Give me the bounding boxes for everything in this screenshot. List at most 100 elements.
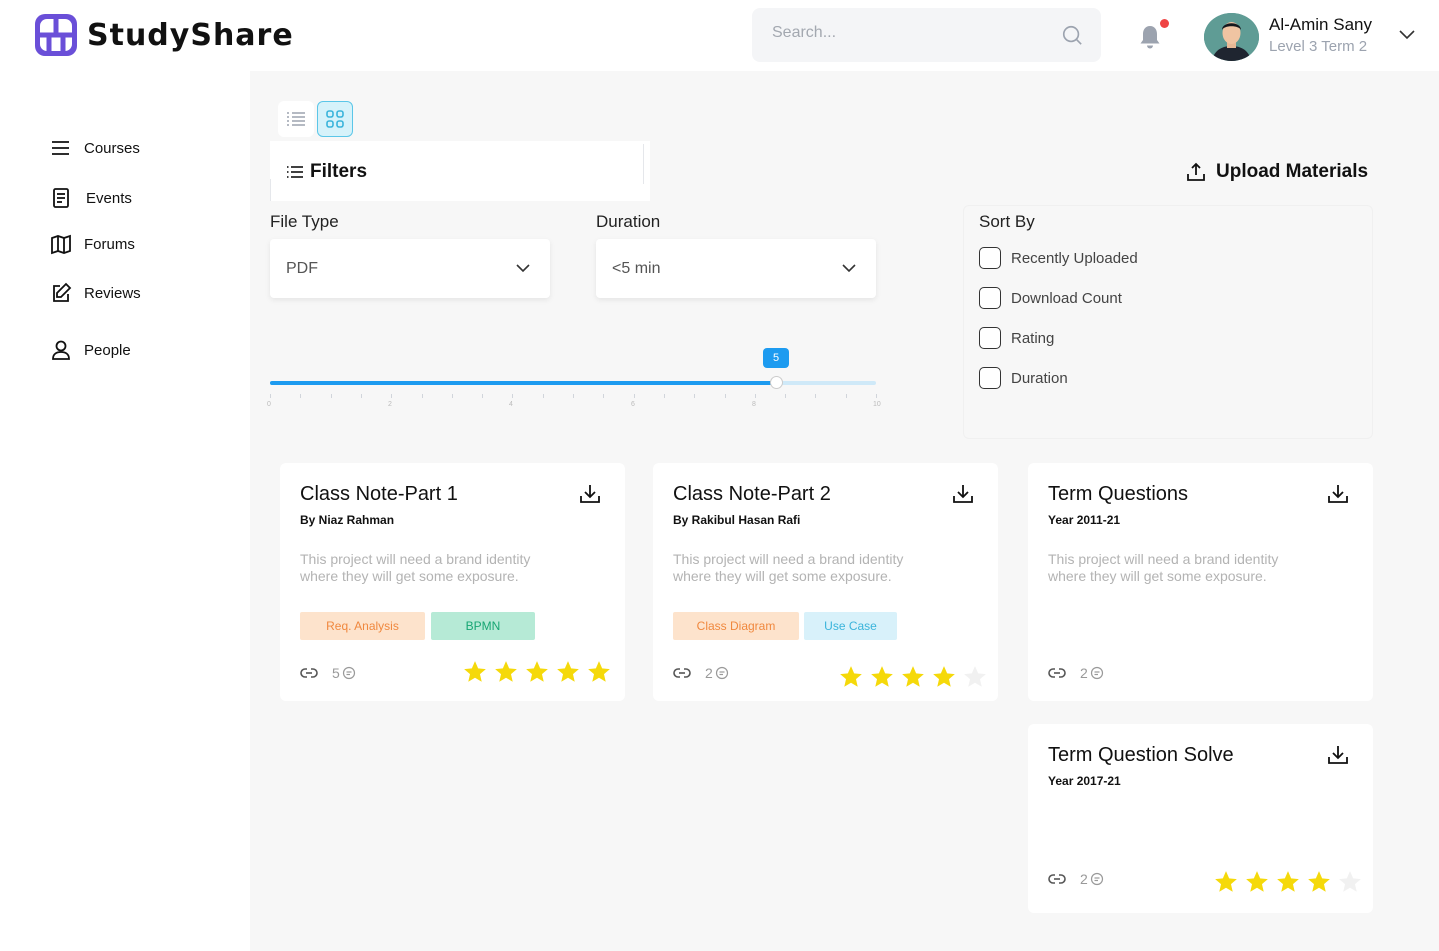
comment-count-value: 2	[705, 665, 713, 681]
map-icon	[51, 234, 71, 255]
slider-tick	[694, 394, 695, 398]
slider-tick	[422, 394, 423, 398]
star-icon[interactable]	[1275, 869, 1301, 895]
material-card[interactable]: Class Note-Part 1 By Niaz Rahman This pr…	[280, 463, 625, 701]
slider-tick	[331, 394, 332, 398]
star-icon[interactable]	[462, 659, 488, 685]
file-type-select[interactable]: PDF	[270, 239, 550, 298]
link-icon[interactable]	[673, 664, 691, 682]
download-icon[interactable]	[579, 483, 601, 505]
tag[interactable]: Req. Analysis	[300, 612, 425, 640]
card-description: This project will need a brand identity …	[673, 551, 904, 584]
divider	[643, 144, 644, 184]
star-icon[interactable]	[931, 664, 957, 690]
star-icon[interactable]	[869, 664, 895, 690]
sidebar: Courses Events Forums Reviews People	[0, 71, 250, 951]
card-year: Year 2017-21	[1048, 774, 1121, 788]
slider-tick	[755, 394, 756, 398]
download-icon[interactable]	[952, 483, 974, 505]
star-icon[interactable]	[493, 659, 519, 685]
sidebar-item-reviews[interactable]: Reviews	[50, 282, 141, 304]
search-icon[interactable]	[1061, 24, 1083, 46]
tag[interactable]: BPMN	[431, 612, 535, 640]
slider-tick	[361, 394, 362, 398]
chevron-down-icon	[516, 264, 530, 273]
notification-bell-icon[interactable]	[1138, 24, 1162, 50]
duration-label: Duration	[596, 212, 661, 231]
star-icon[interactable]	[1244, 869, 1270, 895]
chevron-down-icon	[842, 264, 856, 273]
tag[interactable]: Use Case	[804, 612, 897, 640]
star-icon[interactable]	[586, 659, 612, 685]
download-icon[interactable]	[1327, 483, 1349, 505]
duration-slider[interactable]: 5 0 2 4 6 8 10	[267, 348, 881, 408]
filters-label: Filters	[310, 161, 368, 182]
slider-tick	[664, 394, 665, 398]
sort-option-rating[interactable]: Rating	[979, 327, 1054, 349]
sort-option-duration[interactable]: Duration	[979, 367, 1068, 389]
slider-tick	[270, 394, 271, 398]
edit-icon	[53, 282, 72, 302]
notification-badge	[1160, 19, 1169, 28]
sort-option-label: Rating	[1011, 329, 1055, 347]
upload-materials-button[interactable]: Upload Materials	[1186, 161, 1368, 183]
star-icon[interactable]	[1337, 869, 1363, 895]
slider-handle[interactable]	[770, 376, 783, 389]
link-icon[interactable]	[1048, 664, 1066, 682]
material-card[interactable]: Term Question Solve Year 2017-21 2	[1028, 724, 1373, 913]
slider-tick	[543, 394, 544, 398]
sidebar-item-forums[interactable]: Forums	[50, 233, 135, 255]
sort-option-recently-uploaded[interactable]: Recently Uploaded	[979, 247, 1138, 269]
star-icon[interactable]	[1213, 869, 1239, 895]
comment-count-value: 5	[332, 665, 340, 681]
list-view-button[interactable]	[278, 101, 314, 137]
grid-view-button[interactable]	[317, 101, 353, 137]
slider-tick-label: 6	[631, 401, 635, 408]
avatar[interactable]	[1204, 13, 1259, 61]
app-name: StudyShare	[87, 17, 294, 53]
download-icon[interactable]	[1327, 744, 1349, 766]
star-icon[interactable]	[1306, 869, 1332, 895]
sort-option-download-count[interactable]: Download Count	[979, 287, 1122, 309]
material-card[interactable]: Term Questions Year 2011-21 This project…	[1028, 463, 1373, 701]
star-icon[interactable]	[900, 664, 926, 690]
file-type-value: PDF	[286, 259, 318, 277]
avatar-image-icon	[1204, 13, 1259, 61]
comment-icon	[342, 666, 355, 680]
star-icon[interactable]	[524, 659, 550, 685]
user-level: Level 3 Term 2	[1269, 38, 1368, 55]
sort-option-label: Duration	[1011, 369, 1068, 387]
sidebar-item-people[interactable]: People	[50, 339, 131, 361]
sidebar-item-courses[interactable]: Courses	[50, 137, 140, 159]
upload-icon	[1187, 162, 1205, 181]
link-icon[interactable]	[1048, 870, 1066, 888]
duration-select[interactable]: <5 min	[596, 239, 876, 298]
star-icon[interactable]	[838, 664, 864, 690]
sidebar-item-label: People	[84, 341, 131, 359]
duration-value: <5 min	[612, 259, 661, 277]
checkbox[interactable]	[979, 287, 1001, 309]
checkbox[interactable]	[979, 247, 1001, 269]
sidebar-item-label: Courses	[84, 139, 140, 157]
card-title: Term Question Solve	[1048, 744, 1234, 766]
checkbox[interactable]	[979, 367, 1001, 389]
checkbox[interactable]	[979, 327, 1001, 349]
star-icon[interactable]	[962, 664, 988, 690]
link-icon[interactable]	[300, 664, 318, 682]
sidebar-item-events[interactable]: Events	[50, 187, 132, 209]
search-input[interactable]	[772, 24, 1052, 42]
chevron-down-icon[interactable]	[1398, 27, 1416, 41]
material-card[interactable]: Class Note-Part 2 By Rakibul Hasan Rafi …	[653, 463, 998, 701]
card-author: By Niaz Rahman	[300, 513, 395, 527]
upload-label: Upload Materials	[1216, 161, 1369, 182]
card-description: This project will need a brand identity …	[300, 551, 531, 584]
tag[interactable]: Class Diagram	[673, 612, 799, 640]
sort-by-label: Sort By	[979, 212, 1035, 231]
card-year: Year 2011-21	[1048, 513, 1121, 527]
logo[interactable]: StudyShare	[35, 14, 294, 56]
filters-toggle[interactable]: Filters	[286, 161, 367, 183]
star-icon[interactable]	[555, 659, 581, 685]
card-title: Term Questions	[1048, 483, 1189, 505]
top-bar: StudyShare Al-Amin Sany Level 3 Term 2	[0, 0, 1439, 71]
slider-tick	[482, 394, 483, 398]
